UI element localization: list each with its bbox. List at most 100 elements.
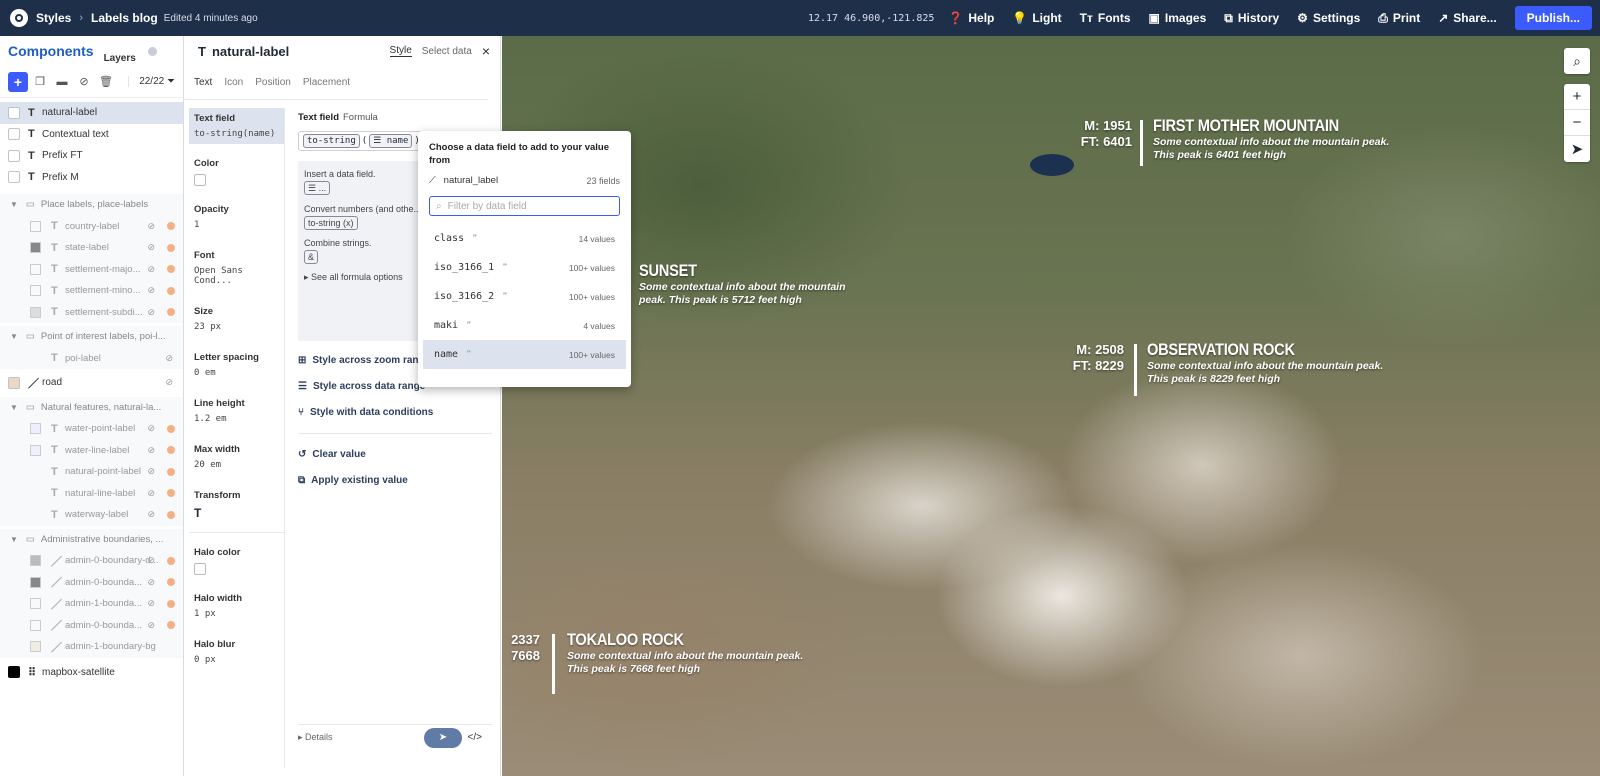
hidden-icon[interactable]: ⊘: [147, 307, 155, 318]
layer-natural-label[interactable]: Tnatural-label: [0, 102, 183, 124]
prop-halo-blur[interactable]: Halo blur 0 px: [189, 639, 284, 665]
layer-road[interactable]: ／ road ⊘: [0, 372, 183, 394]
color-swatch[interactable]: [194, 174, 206, 186]
layer-checkbox[interactable]: [8, 149, 20, 162]
layer-mapbox-satellite[interactable]: ⠿ mapbox-satellite: [0, 662, 183, 684]
layer-water-line-label[interactable]: Twater-line-label ⊘: [0, 439, 183, 461]
mapbox-logo-icon[interactable]: [10, 9, 28, 27]
duplicate-icon[interactable]: ❐: [30, 75, 50, 88]
formula-tab[interactable]: Formula: [343, 112, 378, 123]
theme-button[interactable]: 💡 Light: [1012, 11, 1061, 25]
field-option-name[interactable]: name ❞ 100+ values: [423, 340, 626, 369]
hidden-icon[interactable]: ⊘: [147, 488, 155, 499]
field-option-maki[interactable]: maki ❞ 4 values: [423, 311, 626, 340]
tab-icon[interactable]: Icon: [224, 77, 243, 88]
prop-text-field[interactable]: Text field to-string(name): [189, 108, 284, 144]
tab-position[interactable]: Position: [255, 77, 291, 88]
style-with-conditions-button[interactable]: ⑂ Style with data conditions: [298, 407, 492, 418]
hidden-icon[interactable]: ⊘: [147, 445, 155, 456]
to-string-token[interactable]: to-string (x): [304, 216, 358, 230]
tab-layers[interactable]: Layers: [104, 53, 136, 64]
tab-select-data[interactable]: Select data: [422, 46, 472, 57]
prop-color[interactable]: Color: [189, 158, 284, 186]
layer-settlement-major[interactable]: Tsettlement-majo... ⊘: [0, 258, 183, 280]
layer-natural-line-label[interactable]: Tnatural-line-label ⊘: [0, 482, 183, 504]
add-layer-button[interactable]: +: [8, 71, 28, 92]
color-swatch[interactable]: [194, 563, 206, 575]
prop-halo-color[interactable]: Halo color: [189, 547, 284, 575]
layer-natural-point-label[interactable]: Tnatural-point-label ⊘: [0, 461, 183, 483]
layer-name[interactable]: natural-label: [212, 44, 289, 59]
tab-text[interactable]: Text: [194, 77, 212, 88]
layer-country-label[interactable]: Tcountry-label ⊘: [0, 215, 183, 237]
help-button[interactable]: ❓ Help: [948, 11, 994, 25]
layer-waterway-label[interactable]: Twaterway-label ⊘: [0, 504, 183, 526]
share-button[interactable]: ↗ Share...: [1438, 11, 1496, 25]
tab-style[interactable]: Style: [389, 45, 412, 57]
prop-size[interactable]: Size 23 px: [189, 306, 284, 332]
layer-admin-0-boundary-disputed[interactable]: ／ admin-0-boundary-d... ⊘: [0, 550, 183, 572]
publish-button[interactable]: Publish...: [1514, 6, 1592, 30]
settings-button[interactable]: ⚙ Settings: [1297, 11, 1360, 25]
layer-prefix-ft[interactable]: T Prefix FT: [0, 145, 183, 167]
layer-checkbox[interactable]: [8, 128, 20, 141]
zoom-out-button[interactable]: −: [1564, 110, 1590, 136]
group-admin-boundaries[interactable]: ▼ ▭ Administrative boundaries, ...: [0, 528, 183, 550]
prop-transform[interactable]: Transform T: [189, 490, 284, 533]
fonts-button[interactable]: Tт Fonts: [1080, 11, 1131, 25]
prop-line-height[interactable]: Line height 1.2 em: [189, 398, 284, 424]
layer-admin-0-boundary-bg[interactable]: ／ admin-0-bounda... ⊘: [0, 614, 183, 636]
hidden-icon[interactable]: ⊘: [147, 242, 155, 253]
details-toggle[interactable]: ▸ Details: [298, 732, 333, 743]
hidden-icon[interactable]: ⊘: [147, 423, 155, 434]
close-icon[interactable]: ×: [482, 43, 490, 59]
zoom-in-button[interactable]: +: [1564, 84, 1590, 110]
expr-field-token[interactable]: ☰ name: [369, 134, 413, 148]
trash-icon[interactable]: 🗑: [96, 75, 116, 88]
layer-water-point-label[interactable]: Twater-point-label ⊘: [0, 418, 183, 440]
style-name[interactable]: Labels blog: [91, 11, 158, 25]
field-option-iso-3166-1[interactable]: iso_3166_1 ❞ 100+ values: [423, 253, 626, 282]
layer-contextual-text[interactable]: T Contextual text: [0, 124, 183, 146]
layer-checkbox[interactable]: [8, 171, 20, 184]
hidden-icon[interactable]: ⊘: [147, 577, 155, 588]
hidden-icon[interactable]: ⊘: [147, 285, 155, 296]
layer-state-label[interactable]: Tstate-label ⊘: [0, 237, 183, 259]
hidden-icon[interactable]: ⊘: [165, 377, 173, 388]
hidden-icon[interactable]: ⊘: [147, 620, 155, 631]
group-natural-features[interactable]: ▼ ▭ Natural features, natural-la...: [0, 396, 183, 418]
layer-settlement-subdivision[interactable]: Tsettlement-subdi... ⊘: [0, 301, 183, 323]
layer-admin-1-boundary-bg[interactable]: ／ admin-1-boundary-bg: [0, 636, 183, 658]
insert-field-token[interactable]: ☰ ...: [304, 181, 331, 195]
hidden-icon[interactable]: ⊘: [147, 555, 155, 566]
map-canvas[interactable]: ⌕ + − ➤ M: 1951 FT: 6401 FIRST MOTHER MOU…: [502, 36, 1600, 776]
field-option-iso-3166-2[interactable]: iso_3166_2 ❞ 100+ values: [423, 282, 626, 311]
prop-font[interactable]: Font Open Sans Cond...: [189, 250, 284, 286]
hide-icon[interactable]: ⊘: [74, 75, 94, 88]
hidden-icon[interactable]: ⊘: [147, 598, 155, 609]
field-option-class[interactable]: class ❞ 14 values: [423, 224, 626, 253]
code-icon[interactable]: </>: [468, 732, 482, 743]
print-button[interactable]: ⎙ Print: [1378, 11, 1420, 26]
concat-token[interactable]: &: [304, 250, 319, 264]
folder-icon[interactable]: ▬: [52, 76, 72, 88]
filter-field-input[interactable]: ⌕ Filter by data field: [429, 196, 620, 216]
prop-letter-spacing[interactable]: Letter spacing 0 em: [189, 352, 284, 378]
prop-max-width[interactable]: Max width 20 em: [189, 444, 284, 470]
hidden-icon[interactable]: ⊘: [147, 221, 155, 232]
hidden-icon[interactable]: ⊘: [147, 466, 155, 477]
layer-poi-label[interactable]: Tpoi-label ⊘: [0, 347, 183, 369]
clear-value-button[interactable]: ↺ Clear value: [298, 449, 492, 460]
layer-prefix-m[interactable]: T Prefix M: [0, 167, 183, 189]
group-poi-labels[interactable]: ▼ ▭ Point of interest labels, poi-l...: [0, 326, 183, 348]
tab-placement[interactable]: Placement: [303, 77, 350, 88]
expr-function-token[interactable]: to-string: [303, 134, 360, 148]
images-button[interactable]: ▣ Images: [1149, 11, 1207, 25]
layer-checkbox[interactable]: [8, 106, 20, 119]
group-place-labels[interactable]: ▼ ▭ Place labels, place-labels: [0, 194, 183, 216]
map-search-button[interactable]: ⌕: [1564, 48, 1590, 74]
tab-components[interactable]: Components: [8, 43, 94, 59]
layer-count[interactable]: 22/22 ⏷: [128, 76, 175, 87]
layer-admin-1-boundary[interactable]: ／ admin-1-bounda... ⊘: [0, 593, 183, 615]
layer-settlement-minor[interactable]: Tsettlement-mino... ⊘: [0, 280, 183, 302]
